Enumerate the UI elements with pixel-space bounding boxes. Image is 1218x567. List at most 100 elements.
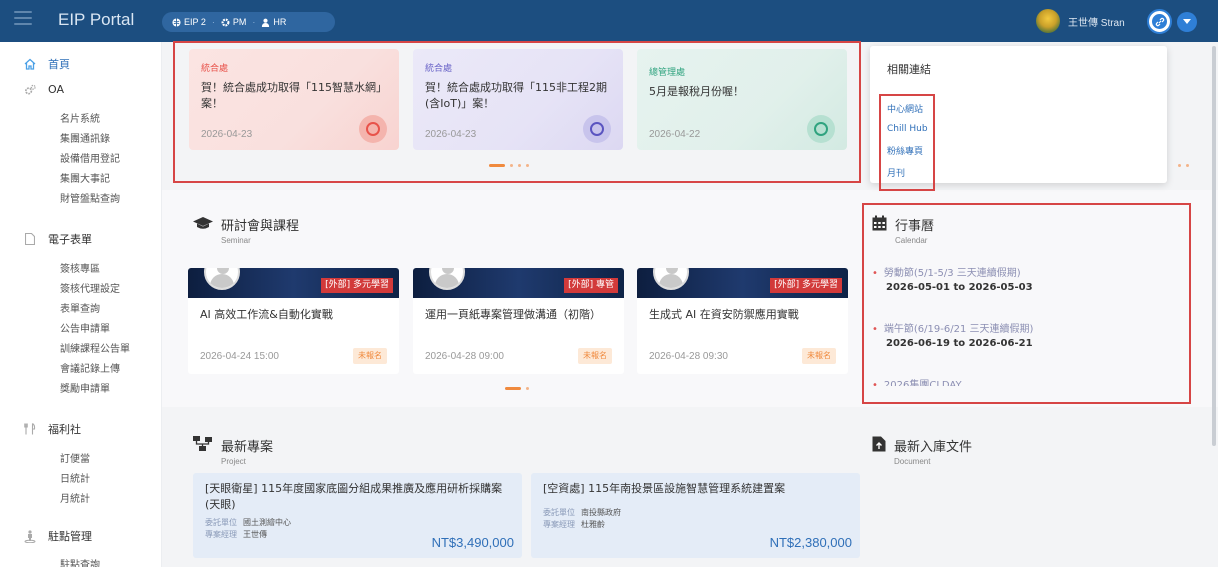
- system-pm-link[interactable]: PM: [221, 17, 246, 27]
- related-links-button[interactable]: [1147, 9, 1172, 34]
- carousel-dot[interactable]: [1178, 164, 1181, 167]
- sidebar-item-monthly-stats[interactable]: 月統計: [60, 490, 90, 505]
- pill-separator: ·: [252, 17, 256, 27]
- seminar-card-date: 2026-04-28 09:30: [649, 351, 728, 362]
- seminar-tag: [外部] 專管: [564, 278, 618, 293]
- system-hr-link[interactable]: HR: [261, 17, 286, 27]
- avatar: [429, 268, 465, 290]
- status-badge: 未報名: [578, 348, 612, 364]
- globe-icon: [172, 17, 181, 27]
- sidebar-item-training-form[interactable]: 訓練課程公告單: [60, 340, 130, 355]
- manager-label: 專案經理: [205, 530, 237, 539]
- seminar-card[interactable]: [外部] 專管 運用一頁紙專案管理做溝通（初階） 2026-04-28 09:0…: [413, 268, 624, 374]
- status-badge: 未報名: [802, 348, 836, 364]
- home-icon: [24, 58, 36, 70]
- user-name[interactable]: 王世傳 Stran: [1068, 14, 1125, 29]
- user-avatar[interactable]: [1036, 9, 1060, 33]
- system-eip-label: EIP 2: [184, 17, 206, 27]
- sidebar-group-label: OA: [48, 83, 64, 96]
- carousel-dot-active[interactable]: [505, 387, 521, 390]
- sidebar-item-meeting-upload[interactable]: 會議記錄上傳: [60, 360, 120, 375]
- system-hr-label: HR: [273, 17, 287, 27]
- link-icon: [1155, 17, 1164, 26]
- sidebar-item-equipment[interactable]: 設備借用登記: [60, 150, 120, 165]
- highlight-box-announcements: [173, 41, 861, 183]
- seminar-subtitle: Seminar: [221, 236, 251, 245]
- projects-title: 最新專案: [221, 440, 274, 455]
- cogs-icon: [25, 84, 36, 95]
- seminar-tag: [外部] 多元學習: [770, 278, 842, 293]
- right-carousel-dots: [1178, 164, 1189, 167]
- client-label: 委託單位: [205, 518, 237, 527]
- sidebar-item-station-query[interactable]: 駐點查詢: [60, 556, 100, 567]
- seminar-card-title: AI 高效工作流&自動化實戰: [200, 308, 333, 321]
- sidebar-item-form-query[interactable]: 表單查詢: [60, 300, 100, 315]
- pill-separator: ·: [211, 17, 215, 27]
- seminar-card[interactable]: [外部] 多元學習 生成式 AI 在資安防禦應用實戰 2026-04-28 09…: [637, 268, 848, 374]
- file-import-icon: [872, 436, 886, 452]
- project-manager: 杜雅齡: [581, 520, 605, 529]
- seminar-card-date: 2026-04-28 09:00: [425, 351, 504, 362]
- sidebar-item-directory[interactable]: 集團通訊錄: [60, 130, 110, 145]
- carousel-dot[interactable]: [526, 387, 529, 390]
- manager-label: 專案經理: [543, 520, 575, 529]
- file-icon: [25, 233, 35, 245]
- project-client: 南投縣政府: [581, 508, 621, 517]
- project-meta: 委託單位 南投縣政府 專案經理 杜雅齡: [543, 507, 848, 531]
- status-badge: 未報名: [353, 348, 387, 364]
- seminar-tag: [外部] 多元學習: [321, 278, 393, 293]
- system-eip-link[interactable]: EIP 2: [172, 17, 206, 27]
- avatar: [653, 268, 689, 290]
- seminar-banner: [外部] 多元學習: [637, 268, 848, 298]
- brand-title[interactable]: EIP Portal: [58, 10, 134, 30]
- menu-toggle-icon[interactable]: [14, 11, 32, 25]
- sidebar-item-chronicle[interactable]: 集團大事記: [60, 170, 110, 185]
- documents-header: 最新入庫文件 Document: [872, 436, 972, 466]
- sidebar-item-sign-area[interactable]: 簽核專區: [60, 260, 100, 275]
- system-switcher: EIP 2 · PM · HR: [162, 12, 335, 32]
- sidebar-item-sign-proxy[interactable]: 簽核代理設定: [60, 280, 120, 295]
- project-card[interactable]: [空資處] 115年南投景區設施智慧管理系統建置案 委託單位 南投縣政府 專案經理…: [531, 473, 860, 558]
- cutlery-icon: [24, 423, 36, 435]
- sidebar-item-lunch-order[interactable]: 訂便當: [60, 450, 90, 465]
- project-amount: NT$3,490,000: [431, 535, 514, 550]
- carousel-dot[interactable]: [1186, 164, 1189, 167]
- projects-header: 最新專案 Project: [193, 436, 273, 466]
- user-menu-button[interactable]: [1177, 12, 1197, 32]
- seminar-card-title: 運用一頁紙專案管理做溝通（初階）: [425, 308, 601, 321]
- sidebar-item-daily-stats[interactable]: 日統計: [60, 470, 90, 485]
- sidebar-group-welfare[interactable]: 福利社: [24, 421, 81, 437]
- page-scrollbar[interactable]: [1212, 46, 1216, 446]
- avatar: [204, 268, 240, 290]
- documents-title: 最新入庫文件: [894, 440, 973, 455]
- sidebar-group-label: 福利社: [48, 423, 81, 436]
- project-title: [天眼衛星] 115年度國家底圖分組成果推廣及應用研析採購案(天眼): [205, 482, 503, 511]
- sidebar-group-label: 電子表單: [48, 233, 92, 246]
- street-view-icon: [24, 529, 36, 543]
- sidebar-group-station[interactable]: 駐點管理: [24, 528, 92, 544]
- seminar-card-title: 生成式 AI 在資安防禦應用實戰: [649, 308, 799, 321]
- graduation-cap-icon: [193, 217, 213, 229]
- project-manager: 王世傳: [243, 530, 267, 539]
- sidebar-item-business-card[interactable]: 名片系統: [60, 110, 100, 125]
- project-amount: NT$2,380,000: [769, 535, 852, 550]
- sidebar-group-label: 駐點管理: [48, 530, 92, 543]
- seminar-card-date: 2026-04-24 15:00: [200, 351, 279, 362]
- sidebar-group-oa[interactable]: OA: [24, 83, 64, 96]
- client-label: 委託單位: [543, 508, 575, 517]
- sidebar-group-eform[interactable]: 電子表單: [24, 231, 92, 247]
- project-card[interactable]: [天眼衛星] 115年度國家底圖分組成果推廣及應用研析採購案(天眼) 委託單位國…: [193, 473, 522, 558]
- sidebar-item-award-form[interactable]: 獎勵申請單: [60, 380, 110, 395]
- sidebar-item-asset-query[interactable]: 財管盤點查詢: [60, 190, 120, 205]
- popup-title: 相關連結: [887, 63, 931, 76]
- seminar-card[interactable]: [外部] 多元學習 AI 高效工作流&自動化實戰 2026-04-24 15:0…: [188, 268, 399, 374]
- sidebar-item-home[interactable]: 首頁: [24, 56, 70, 72]
- seminar-header: 研討會與課程 Seminar: [193, 215, 299, 245]
- sidebar-item-announce-form[interactable]: 公告申請單: [60, 320, 110, 335]
- seminar-banner: [外部] 多元學習: [188, 268, 399, 298]
- highlight-box-links: [879, 94, 935, 191]
- sidebar: 首頁 OA 名片系統 集團通訊錄 設備借用登記 集團大事記 財管盤點查詢 電子表…: [0, 42, 162, 567]
- seminar-banner: [外部] 專管: [413, 268, 624, 298]
- seminar-title: 研討會與課程: [221, 219, 300, 234]
- projects-subtitle: Project: [221, 457, 246, 466]
